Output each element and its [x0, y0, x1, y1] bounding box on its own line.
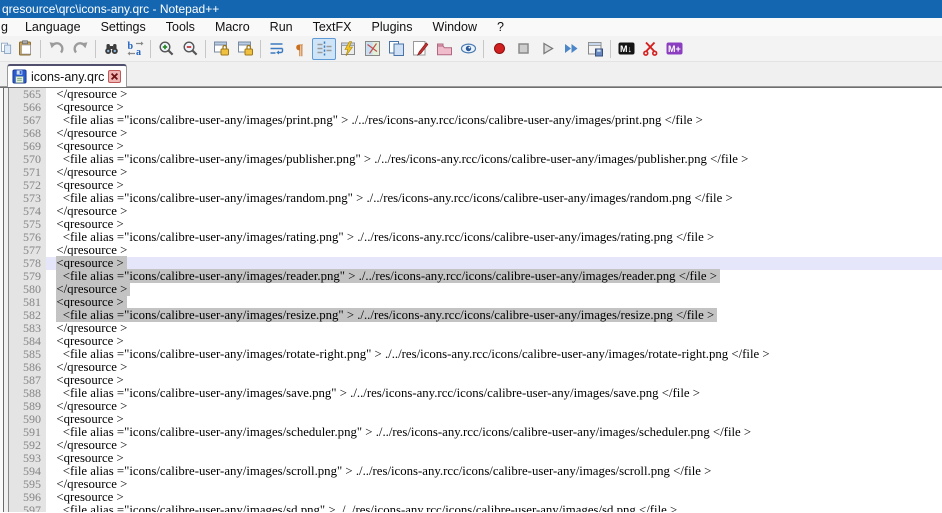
menu-item-textfx[interactable]: TextFX	[303, 20, 362, 34]
function-list-icon[interactable]	[336, 38, 360, 60]
menu-item-window[interactable]: Window	[423, 20, 487, 34]
line-number: 597	[23, 503, 41, 513]
line-number-margin: 565 566 567 568 569 570 571 572 573 574 575 576 577 5…	[9, 88, 46, 512]
code-line-595[interactable]: </qresource >	[46, 478, 942, 491]
svg-text:a: a	[136, 47, 141, 57]
selected-text: <file alias ="icons/calibre-user-any/ima…	[56, 269, 721, 283]
code-line-585[interactable]: <file alias ="icons/calibre-user-any/ima…	[46, 348, 942, 361]
tab-bar: icons-any.qrc	[0, 62, 942, 87]
menu-item-settings[interactable]: Settings	[91, 20, 156, 34]
toolbar-separator	[205, 39, 206, 58]
markdown-plus-icon[interactable]: M+	[662, 38, 686, 60]
code-line-567[interactable]: <file alias ="icons/calibre-user-any/ima…	[46, 114, 942, 127]
svg-text:b: b	[127, 41, 133, 52]
title-bar[interactable]: qresource\qrc\icons-any.qrc - Notepad++	[0, 0, 942, 18]
menu-item-tools[interactable]: Tools	[156, 20, 205, 34]
svg-text:M+: M+	[668, 44, 681, 54]
selected-text: <qresource >	[56, 295, 127, 309]
macro-record-icon[interactable]	[487, 38, 511, 60]
code-line-576[interactable]: <file alias ="icons/calibre-user-any/ima…	[46, 231, 942, 244]
code-line-579[interactable]: <file alias ="icons/calibre-user-any/ima…	[46, 269, 942, 283]
macro-run-multiple-icon[interactable]	[559, 38, 583, 60]
copy-icon[interactable]	[0, 38, 13, 60]
editor-pane[interactable]: 565 566 567 568 569 570 571 572 573 574 575 576 577 5…	[0, 87, 942, 512]
menu-item-[interactable]: ?	[487, 20, 514, 34]
code-line-594[interactable]: <file alias ="icons/calibre-user-any/ima…	[46, 465, 942, 478]
zoom-out-icon[interactable]	[178, 38, 202, 60]
word-wrap-icon[interactable]	[264, 38, 288, 60]
zoom-in-icon[interactable]	[154, 38, 178, 60]
find-icon[interactable]	[99, 38, 123, 60]
macro-play-icon[interactable]	[535, 38, 559, 60]
window-title: qresource\qrc\icons-any.qrc - Notepad++	[2, 2, 220, 16]
tab-label: icons-any.qrc	[31, 69, 105, 84]
plugin-scissors-icon[interactable]	[638, 38, 662, 60]
svg-text:M↓: M↓	[620, 44, 632, 54]
code-line-582[interactable]: <file alias ="icons/calibre-user-any/ima…	[46, 308, 942, 322]
menu-item-plugins[interactable]: Plugins	[362, 20, 423, 34]
replace-icon[interactable]: ba	[123, 38, 147, 60]
code-line-571[interactable]: </qresource >	[46, 166, 942, 179]
toolbar-separator	[610, 39, 611, 58]
toolbar-separator	[483, 39, 484, 58]
code-line-583[interactable]: </qresource >	[46, 322, 942, 335]
saved-file-icon	[12, 69, 27, 84]
folder-as-workspace-icon[interactable]	[432, 38, 456, 60]
code-line-565[interactable]: </qresource >	[46, 88, 942, 101]
toolbar: b a ¶ M↓ M+	[0, 36, 942, 62]
tab-close-icon[interactable]	[108, 70, 122, 83]
menu-item-run[interactable]: Run	[260, 20, 303, 34]
macro-save-icon[interactable]	[583, 38, 607, 60]
toolbar-separator	[95, 39, 96, 58]
edit-marker-icon[interactable]	[408, 38, 432, 60]
toolbar-separator	[40, 39, 41, 58]
selected-text: <qresource >	[56, 256, 127, 270]
code-line-580[interactable]: </qresource >	[46, 282, 942, 296]
document-map-icon[interactable]	[360, 38, 384, 60]
code-line-592[interactable]: </qresource >	[46, 439, 942, 452]
selected-text: <file alias ="icons/calibre-user-any/ima…	[56, 308, 718, 322]
sync-horizontal-scroll-icon[interactable]	[233, 38, 257, 60]
svg-text:¶: ¶	[295, 42, 303, 57]
code-line-586[interactable]: </qresource >	[46, 361, 942, 374]
menu-item-macro[interactable]: Macro	[205, 20, 260, 34]
menu-item-g[interactable]: g	[0, 20, 15, 34]
toolbar-separator	[150, 39, 151, 58]
selected-text: </qresource >	[56, 282, 131, 296]
toolbar-separator	[260, 39, 261, 58]
code-line-570[interactable]: <file alias ="icons/calibre-user-any/ima…	[46, 153, 942, 166]
menu-bar: g Language Settings Tools Macro Run TextFX Plug…	[0, 18, 942, 36]
code-area[interactable]: </qresource > <qresource > <file alias =…	[46, 88, 942, 512]
tab-icons-any-qrc[interactable]: icons-any.qrc	[7, 64, 128, 87]
macro-stop-icon[interactable]	[511, 38, 535, 60]
code-line-591[interactable]: <file alias ="icons/calibre-user-any/ima…	[46, 426, 942, 439]
notepad-plus-plus-window: qresource\qrc\icons-any.qrc - Notepad++ …	[0, 0, 942, 513]
code-line-588[interactable]: <file alias ="icons/calibre-user-any/ima…	[46, 387, 942, 400]
paste-icon[interactable]	[13, 38, 37, 60]
indent-guide-icon[interactable]	[312, 37, 336, 60]
redo-icon[interactable]	[68, 38, 92, 60]
code-line-597[interactable]: <file alias ="icons/calibre-user-any/ima…	[46, 504, 942, 513]
menu-item-language[interactable]: Language	[15, 20, 91, 34]
file-monitoring-icon[interactable]	[456, 38, 480, 60]
code-line-568[interactable]: </qresource >	[46, 127, 942, 140]
markdown-viewer-icon[interactable]: M↓	[614, 38, 638, 60]
document-switcher-icon[interactable]	[384, 38, 408, 60]
undo-icon[interactable]	[44, 38, 68, 60]
code-line-589[interactable]: </qresource >	[46, 400, 942, 413]
sync-vertical-scroll-icon[interactable]	[209, 38, 233, 60]
code-line-574[interactable]: </qresource >	[46, 205, 942, 218]
show-all-characters-icon[interactable]: ¶	[288, 38, 312, 60]
code-line-573[interactable]: <file alias ="icons/calibre-user-any/ima…	[46, 192, 942, 205]
code-line-577[interactable]: </qresource >	[46, 244, 942, 257]
